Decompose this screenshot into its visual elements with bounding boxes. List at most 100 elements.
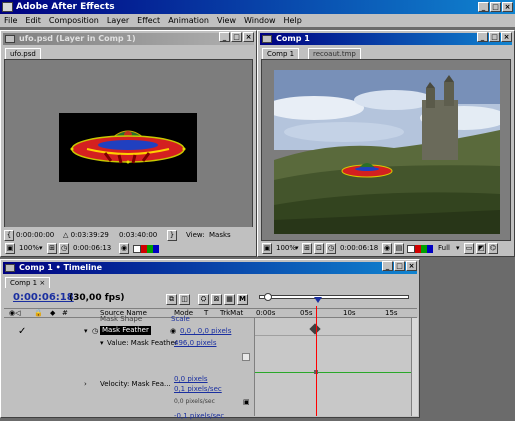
comp-window-title: Comp 1 [276,34,310,43]
value-number[interactable]: 496,0 pixels [174,338,216,348]
timeline-minimize-icon[interactable]: _ [382,261,393,271]
comp-resolution-dropdown[interactable]: Full [438,243,450,253]
tab-comp-1[interactable]: Comp 1 [262,48,300,59]
timeline-scrollbar[interactable] [411,318,418,416]
comp-zoom-dropdown[interactable]: 100% [276,243,296,253]
menu-help[interactable]: Help [280,14,306,27]
velocity-bottom-value[interactable]: -0,1 pixels/sec [174,411,224,421]
stopwatch-icon[interactable]: ◷ [92,326,98,336]
velocity-top-value[interactable]: 0,0 pixels [174,374,208,384]
comp-viewer[interactable] [261,59,511,241]
timeline-close-icon[interactable]: × [406,261,417,271]
value-twirl-icon[interactable]: ▾ [100,338,104,348]
menu-animation[interactable]: Animation [164,14,213,27]
current-time-indicator[interactable] [316,306,317,416]
tab-ufo-psd[interactable]: ufo.psd [5,48,41,59]
velocity-twirl-icon[interactable]: › [84,379,87,389]
menu-window[interactable]: Window [240,14,280,27]
timeline-maximize-icon[interactable]: □ [394,261,405,271]
layer-timecode-icon[interactable]: ◷ [59,243,69,254]
comp-grid-button[interactable]: ⊞ [302,243,312,254]
checkmark-icon[interactable]: ✓ [18,327,26,337]
shy-layers-button[interactable]: ⛭ [198,294,209,305]
column-trkmat[interactable]: TrkMat [220,308,243,318]
layer-color-channels[interactable] [133,245,159,253]
app-title: Adobe After Effects [16,2,115,12]
timeline-current-time[interactable]: 0:00:06:18 [13,292,74,303]
enable-motion-blur-button[interactable]: M [237,294,248,305]
maximize-icon[interactable]: □ [490,2,501,12]
comp-rulers-button[interactable]: ⊡ [314,243,324,254]
layer-viewer[interactable] [4,59,253,235]
comp-window-titlebar[interactable]: Comp 1 [260,33,512,45]
lock-header-icon: 🔒 [34,309,43,317]
close-icon[interactable]: × [502,2,513,12]
menu-file[interactable]: File [0,14,21,27]
menu-edit[interactable]: Edit [21,14,45,27]
twirl-down-icon[interactable]: ▾ [84,326,88,336]
live-update-button[interactable]: ◫ [179,294,190,305]
menu-effect[interactable]: Effect [133,14,164,27]
layer-window-options-button[interactable]: ▣ [5,243,15,254]
comp-color-channels[interactable] [407,245,433,253]
layer-zoom-dropdown[interactable]: 100% [19,243,39,253]
value-graph-line [255,372,412,373]
mask-feather-property[interactable]: Mask Feather [100,326,151,335]
comp-snapshot-button[interactable]: ◉ [382,243,392,254]
app-icon[interactable] [2,2,13,12]
comp-3d-view-button[interactable]: ◩ [476,243,486,254]
layer-in-time[interactable]: 0:00:00:00 [16,230,54,240]
frame-blending-button[interactable]: ⊠ [211,294,222,305]
layer-close-icon[interactable]: × [243,32,254,42]
motion-blur-button[interactable]: ▦ [224,294,235,305]
layer-minimize-icon[interactable]: _ [219,32,230,42]
menu-layer[interactable]: Layer [103,14,133,27]
set-out-point-button[interactable]: } [167,230,177,241]
tab-recoaut[interactable]: recoaut.tmp [308,48,361,59]
comp-timecode-icon[interactable]: ◷ [326,243,336,254]
work-area-bar[interactable] [259,295,409,299]
timeline-window: Comp 1 • Timeline _ □ × Comp 1 × 0:00:06… [0,259,420,421]
layer-current-time[interactable]: 0:00:06:13 [73,243,111,253]
comp-minimize-icon[interactable]: _ [477,32,488,42]
timeline-graph-area[interactable] [254,306,412,416]
zoom-handle-icon[interactable] [264,293,272,301]
velocity-mid-value[interactable]: 0,1 pixels/sec [174,384,222,394]
layer-grid-button[interactable]: ⊞ [47,243,57,254]
layer-window-titlebar[interactable]: ufo.psd (Layer in Comp 1) [3,33,254,45]
menu-composition[interactable]: Composition [45,14,103,27]
comp-region-button[interactable]: ▭ [464,243,474,254]
timeline-work-area[interactable] [256,291,411,305]
layer-snapshot-button[interactable]: ◉ [119,243,129,254]
comp-show-snapshot-button[interactable]: ▤ [394,243,404,254]
column-t[interactable]: T [204,308,208,318]
minimize-icon[interactable]: _ [478,2,489,12]
mask-feather-value[interactable]: 0,0 , 0,0 pixels [180,326,231,336]
velocity-graph-icon[interactable]: ▣ [243,397,250,407]
comp-family-button[interactable]: ⧉ [166,294,177,305]
comp-window-options-button[interactable]: ▣ [262,243,272,254]
timeline-titlebar[interactable]: Comp 1 • Timeline [3,262,417,274]
timeline-title: Comp 1 • Timeline [19,263,103,272]
comp-current-time[interactable]: 0:00:06:18 [340,243,378,253]
keyframe-icon[interactable] [309,323,321,335]
layer-controls-bar: { 0:00:00:00 △ 0:03:39:29 0:03:40:00 } V… [0,227,257,257]
current-time-marker-icon[interactable] [314,297,322,303]
value-graph-marker[interactable] [242,353,250,361]
menu-view[interactable]: View [213,14,240,27]
ruler-label-3: 15s [385,309,398,317]
tab-close-icon[interactable]: × [39,279,45,287]
tab-timeline-comp-1[interactable]: Comp 1 × [5,277,51,288]
comp-close-icon[interactable]: × [501,32,512,42]
set-in-point-button[interactable]: { [4,230,14,241]
comp-flowchart-button[interactable]: ⌬ [488,243,498,254]
layer-out-time[interactable]: 0:03:40:00 [119,230,157,240]
comp-maximize-icon[interactable]: □ [489,32,500,42]
chevron-down-icon[interactable]: ▾ [295,243,299,253]
chevron-down-icon[interactable]: ▾ [39,243,43,253]
chevron-down-icon[interactable]: ▾ [456,243,460,253]
layer-maximize-icon[interactable]: □ [231,32,242,42]
timeline-window-icon [5,264,15,272]
view-dropdown[interactable]: Masks [209,230,231,240]
keyframe-nav-icon[interactable]: ◉ [170,326,176,336]
